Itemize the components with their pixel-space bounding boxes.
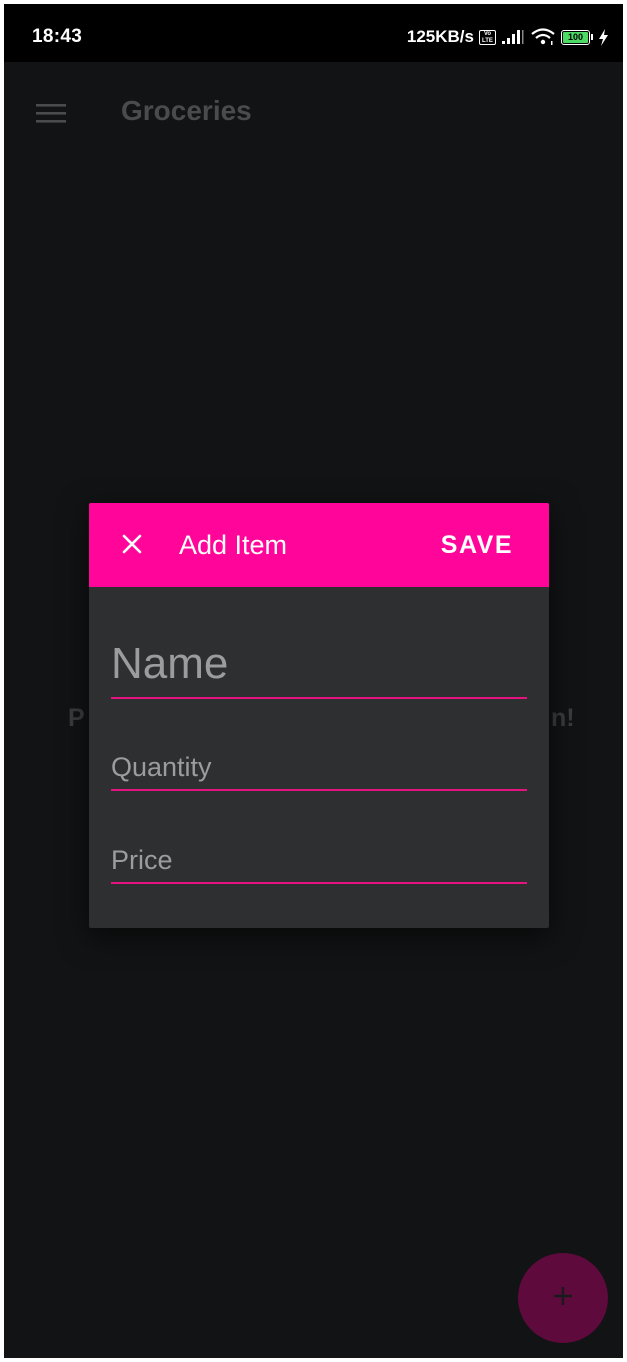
dialog-title: Add Item (179, 530, 288, 560)
screen: 18:43 125KB/s Vo LTE 100 Groceries P n! … (4, 4, 623, 1358)
status-time: 18:43 (32, 26, 83, 47)
quantity-field (111, 747, 527, 791)
app-bar: Groceries (4, 62, 623, 162)
charging-bolt-icon (598, 28, 609, 46)
app-title: Groceries (121, 95, 252, 126)
price-input[interactable] (111, 840, 527, 880)
add-item-fab[interactable] (518, 1253, 608, 1343)
empty-message-right: n! (551, 704, 575, 732)
quantity-input[interactable] (111, 747, 527, 787)
save-button[interactable]: SAVE (441, 531, 513, 560)
network-speed: 125KB/s (406, 27, 474, 46)
dialog-header: Add Item SAVE (89, 503, 549, 587)
name-field (111, 633, 527, 699)
close-icon[interactable] (119, 531, 145, 557)
battery-icon: 100 (561, 29, 593, 45)
battery-level: 100 (563, 31, 588, 43)
name-input[interactable] (111, 633, 527, 695)
price-field (111, 840, 527, 884)
status-bar: 18:43 125KB/s Vo LTE 100 (4, 4, 623, 62)
wifi-icon (530, 28, 556, 46)
volte-icon: Vo LTE (479, 29, 496, 45)
hamburger-menu-icon[interactable] (36, 102, 66, 124)
status-icons: 125KB/s Vo LTE 100 (407, 26, 609, 48)
empty-message-left: P (68, 704, 85, 732)
add-item-dialog: Add Item SAVE (89, 503, 549, 928)
plus-icon (551, 1284, 575, 1313)
signal-icon (501, 29, 525, 45)
